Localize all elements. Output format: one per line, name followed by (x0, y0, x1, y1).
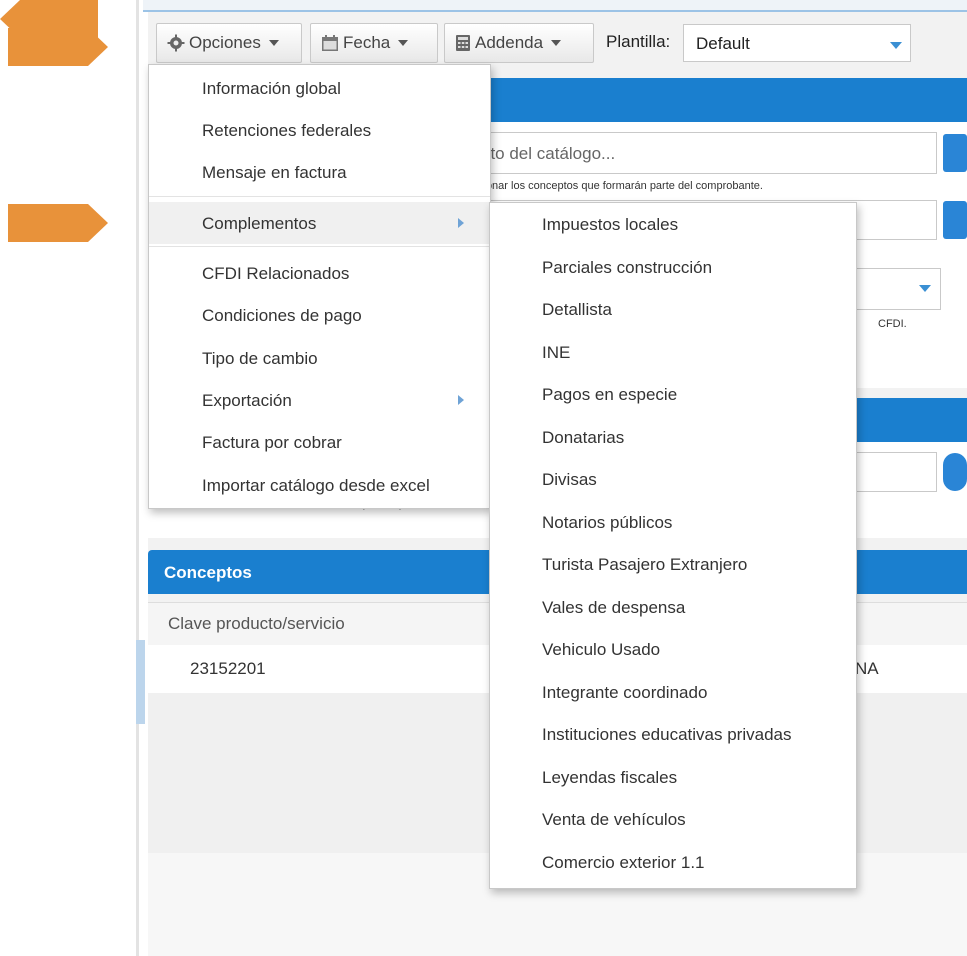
chevron-down-icon (890, 42, 902, 49)
addenda-label: Addenda (475, 33, 544, 52)
plantilla-value: Default (696, 34, 750, 53)
submenu-item-notarios-publicos[interactable]: Notarios públicos (490, 501, 856, 543)
submenu-item-leyendas-fiscales[interactable]: Leyendas fiscales (490, 756, 856, 798)
menu-item-condiciones-de-pago[interactable]: Condiciones de pago (149, 294, 490, 336)
submenu-item-pagos-en-especie[interactable]: Pagos en especie (490, 373, 856, 415)
submenu-item-divisas[interactable]: Divisas (490, 458, 856, 500)
menu-item-complementos[interactable]: Complementos (149, 202, 490, 244)
menu-item-tipo-de-cambio[interactable]: Tipo de cambio (149, 337, 490, 379)
complementos-submenu: Impuestos locales Parciales construcción… (489, 202, 857, 889)
chevron-down-icon (268, 40, 279, 46)
calendar-icon (322, 35, 338, 51)
menu-item-factura-por-cobrar[interactable]: Factura por cobrar (149, 421, 490, 463)
chevron-right-icon (458, 395, 464, 405)
row-code: 23152201 (190, 659, 266, 678)
menu-item-mensaje-en-factura[interactable]: Mensaje en factura (149, 151, 490, 193)
menu-divider (149, 246, 490, 247)
menu-item-importar-catalogo[interactable]: Importar catálogo desde excel (149, 464, 490, 506)
submenu-item-vehiculo-usado[interactable]: Vehiculo Usado (490, 628, 856, 670)
opciones-menu: Información global Retenciones federales… (148, 64, 491, 509)
submenu-item-vales-de-despensa[interactable]: Vales de despensa (490, 586, 856, 628)
sidebar-collapse-handle[interactable] (136, 640, 145, 724)
submenu-item-venta-de-vehiculos[interactable]: Venta de vehículos (490, 798, 856, 840)
submenu-item-donatarias[interactable]: Donatarias (490, 416, 856, 458)
second-panel-button[interactable] (943, 453, 967, 491)
submenu-item-instituciones-educativas[interactable]: Instituciones educativas privadas (490, 713, 856, 755)
menu-item-cfdi-relacionados[interactable]: CFDI Relacionados (149, 252, 490, 294)
submenu-item-turista-pasajero-extranjero[interactable]: Turista Pasajero Extranjero (490, 543, 856, 585)
submenu-item-comercio-exterior[interactable]: Comercio exterior 1.1 (490, 841, 856, 883)
addenda-button[interactable]: Addenda (444, 23, 594, 63)
chevron-right-icon (458, 218, 464, 228)
menu-item-exportacion[interactable]: Exportación (149, 379, 490, 421)
plantilla-label: Plantilla: (606, 32, 671, 51)
menu-divider (149, 196, 490, 197)
calculator-icon (456, 35, 470, 51)
fecha-button[interactable]: Fecha (310, 23, 438, 63)
menu-item-retenciones-federales[interactable]: Retenciones federales (149, 109, 490, 151)
chevron-down-icon (551, 40, 562, 46)
add-concept-button[interactable] (943, 134, 967, 172)
submenu-item-impuestos-locales[interactable]: Impuestos locales (490, 203, 856, 245)
concept-help-text: cionar los conceptos que formarán parte … (478, 180, 763, 192)
concept-search-input[interactable]: pto del catálogo... (470, 132, 937, 174)
top-strip (143, 0, 967, 12)
submenu-item-parciales-construccion[interactable]: Parciales construcción (490, 246, 856, 288)
opciones-label: Opciones (189, 33, 261, 52)
left-rail (136, 0, 139, 956)
chevron-down-icon (398, 40, 409, 46)
submenu-item-integrante-coordinado[interactable]: Integrante coordinado (490, 671, 856, 713)
add-secondary-button[interactable] (943, 201, 967, 239)
conceptos-title: Conceptos (164, 563, 252, 582)
submenu-item-ine[interactable]: INE (490, 331, 856, 373)
plantilla-select[interactable]: Default (683, 24, 911, 62)
fecha-label: Fecha (343, 33, 391, 52)
column-clave-producto: Clave producto/servicio (168, 614, 345, 633)
gear-icon (167, 34, 185, 52)
submenu-item-detallista[interactable]: Detallista (490, 288, 856, 330)
menu-item-informacion-global[interactable]: Información global (149, 67, 490, 109)
chevron-down-icon (919, 285, 931, 292)
concept-search-placeholder: pto del catálogo... (481, 144, 616, 163)
opciones-button[interactable]: Opciones (156, 23, 302, 63)
cfdi-help-text: CFDI. (878, 318, 907, 330)
